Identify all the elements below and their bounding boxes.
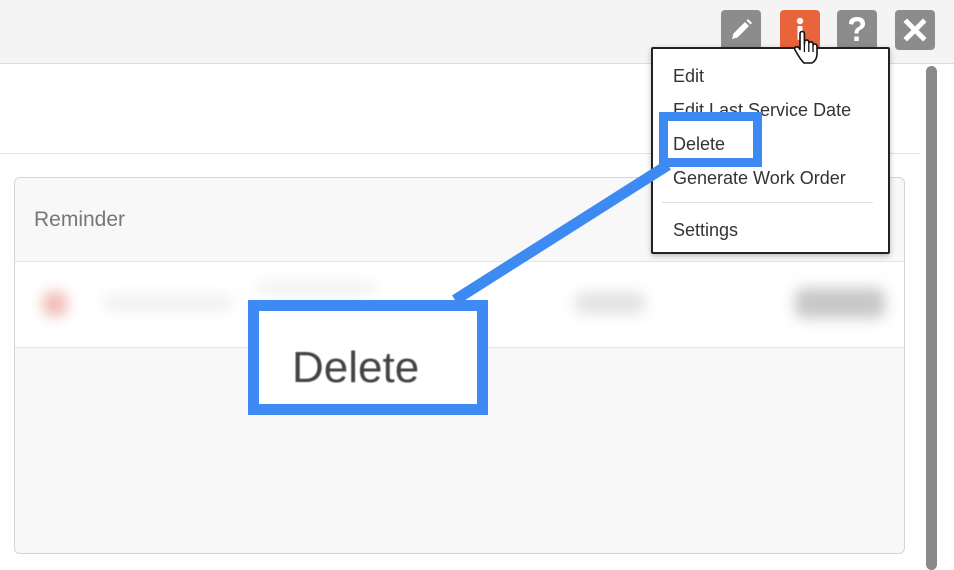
delete-highlight-box (659, 112, 762, 167)
callout-zoom-label: Delete (292, 343, 420, 392)
callout-zoom-box: Delete (248, 300, 488, 415)
hand-cursor-icon (793, 30, 818, 64)
callout-connector (452, 160, 671, 305)
